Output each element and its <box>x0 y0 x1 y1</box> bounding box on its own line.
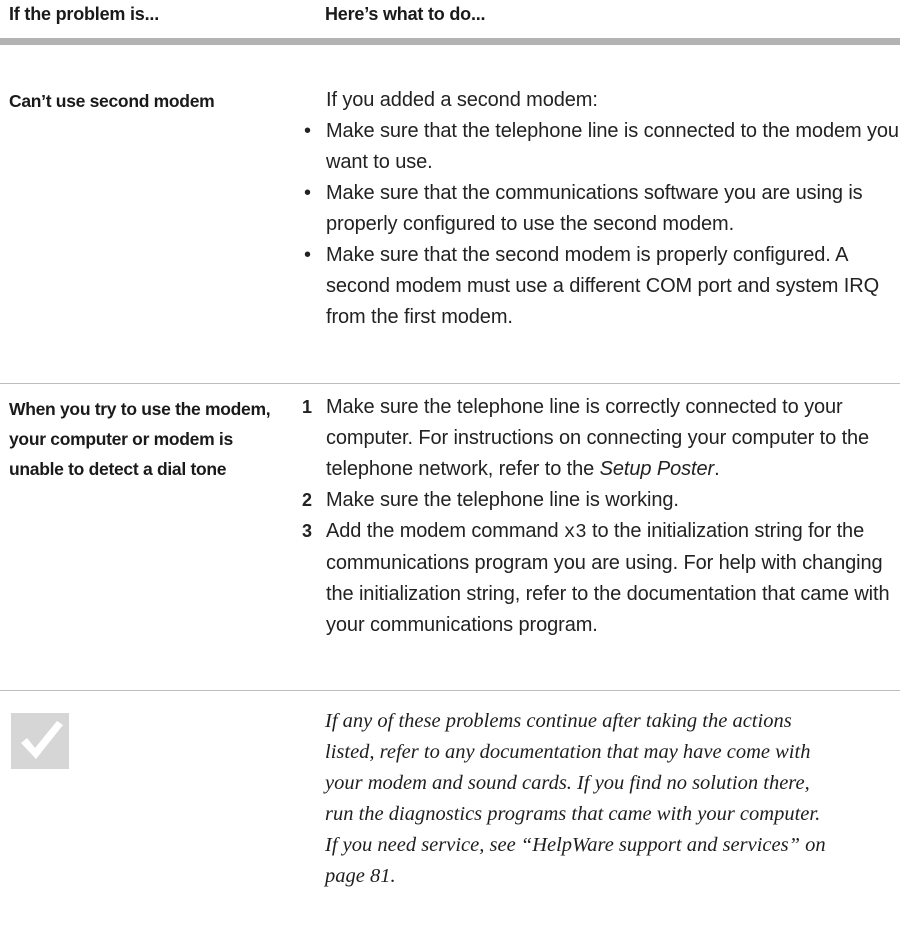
note-line: listed, refer to any documentation that … <box>325 741 811 763</box>
problem-second-modem: Can’t use second modem <box>9 91 215 111</box>
note-line: run the diagnostics programs that came w… <box>325 803 821 825</box>
list-item: 2 Make sure the telephone line is working… <box>302 489 679 511</box>
note-text: If any of these problems continue after … <box>325 706 900 892</box>
row-divider <box>0 383 900 384</box>
note-line: If any of these problems continue after … <box>325 710 792 732</box>
checkmark-icon <box>11 713 69 769</box>
note-line: page 81. <box>325 865 396 887</box>
solution-intro: If you added a second modem: <box>326 89 598 111</box>
list-item: • Make sure that the communications softw… <box>304 182 863 235</box>
action-column-header: Here’s what to do... <box>325 4 486 24</box>
problem-dial-tone: When you try to use the modem, your comp… <box>9 399 271 479</box>
note-line: If you need service, see “HelpWare suppo… <box>325 834 826 856</box>
table-header: If the problem is... Here’s what to do..… <box>0 0 900 45</box>
bullet-list: • Make sure that the telephone line is co… <box>302 116 900 333</box>
solution-second-modem: If you added a second modem: • Make sure … <box>302 85 900 333</box>
numbered-steps: 1 Make sure the telephone line is correct… <box>302 392 900 641</box>
solution-dial-tone: 1 Make sure the telephone line is correct… <box>302 392 900 641</box>
list-item: • Make sure that the telephone line is co… <box>304 120 899 173</box>
row-divider <box>0 690 900 691</box>
list-item: 3 Add the modem command x3 to the initial… <box>302 520 890 636</box>
note-line: your modem and sound cards. If you find … <box>325 772 810 794</box>
list-item: • Make sure that the second modem is prop… <box>304 244 880 328</box>
header-divider <box>0 38 900 45</box>
list-item: 1 Make sure the telephone line is correct… <box>302 396 870 480</box>
problem-column-header: If the problem is... <box>9 4 160 24</box>
